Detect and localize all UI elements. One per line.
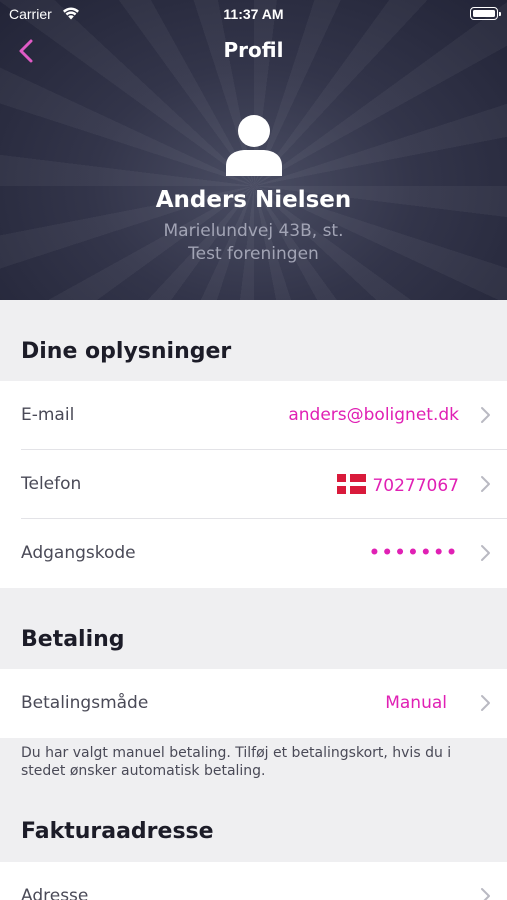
chevron-right-icon [481, 545, 490, 561]
payment-method-label: Betalingsmåde [21, 693, 149, 713]
email-label: E-mail [21, 405, 75, 425]
password-value: ••••••• [368, 543, 459, 563]
payment-method-row[interactable]: Betalingsmåde Manual [0, 669, 507, 738]
user-association: Test foreningen [188, 244, 319, 264]
phone-row[interactable]: Telefon 70277067 [0, 450, 507, 519]
user-avatar-icon [226, 115, 282, 176]
user-address: Marielundvej 43B, st. [163, 221, 344, 241]
page-title: Profil [223, 38, 284, 62]
invoice-address-row[interactable]: Adresse [0, 862, 507, 900]
payment-note: Du har valgt manuel betaling. Tilføj et … [21, 745, 452, 779]
clock: 11:37 AM [223, 6, 284, 22]
email-value: anders@bolignet.dk [288, 405, 459, 425]
profile-header: Carrier 11:37 AM Profil Anders Nielsen M… [0, 0, 507, 300]
chevron-right-icon [481, 695, 490, 711]
section-title-invoice: Fakturaadresse [21, 819, 214, 844]
battery-icon [470, 7, 501, 20]
invoice-address-label: Adresse [21, 886, 89, 900]
password-row[interactable]: Adgangskode ••••••• [0, 519, 507, 588]
phone-value-group: 70277067 [337, 474, 459, 496]
denmark-flag-icon [337, 474, 367, 494]
phone-label: Telefon [21, 474, 82, 494]
password-label: Adgangskode [21, 543, 136, 563]
status-bar: Carrier 11:37 AM [0, 0, 507, 28]
user-name: Anders Nielsen [155, 187, 352, 213]
chevron-right-icon [481, 888, 490, 900]
chevron-right-icon [481, 407, 490, 423]
payment-method-value: Manual [385, 693, 447, 713]
chevron-right-icon [481, 476, 490, 492]
email-row[interactable]: E-mail anders@bolignet.dk [0, 381, 507, 450]
section-title-payment: Betaling [21, 627, 125, 652]
phone-value: 70277067 [372, 476, 459, 496]
section-title-info: Dine oplysninger [21, 339, 232, 364]
